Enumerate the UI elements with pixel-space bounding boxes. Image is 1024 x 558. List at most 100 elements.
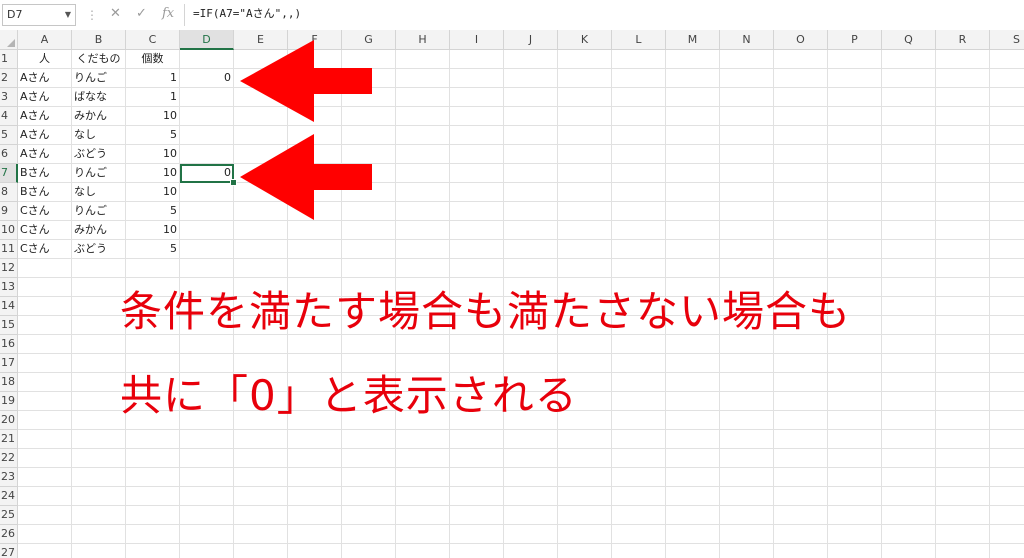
- cell-m2[interactable]: [666, 69, 720, 88]
- cell-c2[interactable]: 1: [126, 69, 180, 88]
- cell-q16[interactable]: [882, 335, 936, 354]
- cell-c3[interactable]: 1: [126, 88, 180, 107]
- cell-h25[interactable]: [396, 506, 450, 525]
- cell-i25[interactable]: [450, 506, 504, 525]
- cell-o3[interactable]: [774, 88, 828, 107]
- cell-o11[interactable]: [774, 240, 828, 259]
- cell-m11[interactable]: [666, 240, 720, 259]
- cell-a5[interactable]: Aさん: [18, 126, 72, 145]
- cell-e10[interactable]: [234, 221, 288, 240]
- cell-h9[interactable]: [396, 202, 450, 221]
- cell-r10[interactable]: [936, 221, 990, 240]
- cell-q1[interactable]: [882, 50, 936, 69]
- cell-n20[interactable]: [720, 411, 774, 430]
- row-header-23[interactable]: 23: [0, 468, 18, 487]
- cell-d10[interactable]: [180, 221, 234, 240]
- cell-d27[interactable]: [180, 544, 234, 558]
- cell-s14[interactable]: [990, 297, 1024, 316]
- cell-r20[interactable]: [936, 411, 990, 430]
- cell-s3[interactable]: [990, 88, 1024, 107]
- cell-i4[interactable]: [450, 107, 504, 126]
- cell-m26[interactable]: [666, 525, 720, 544]
- cell-r4[interactable]: [936, 107, 990, 126]
- cell-j21[interactable]: [504, 430, 558, 449]
- cell-o6[interactable]: [774, 145, 828, 164]
- cell-a11[interactable]: Cさん: [18, 240, 72, 259]
- cell-m18[interactable]: [666, 373, 720, 392]
- cell-a16[interactable]: [18, 335, 72, 354]
- cell-r16[interactable]: [936, 335, 990, 354]
- cell-q4[interactable]: [882, 107, 936, 126]
- cell-f23[interactable]: [288, 468, 342, 487]
- cell-r8[interactable]: [936, 183, 990, 202]
- cell-k23[interactable]: [558, 468, 612, 487]
- cell-d8[interactable]: [180, 183, 234, 202]
- cell-l5[interactable]: [612, 126, 666, 145]
- cell-a23[interactable]: [18, 468, 72, 487]
- cell-b9[interactable]: りんご: [72, 202, 126, 221]
- cell-r3[interactable]: [936, 88, 990, 107]
- cell-i8[interactable]: [450, 183, 504, 202]
- cell-g12[interactable]: [342, 259, 396, 278]
- cell-o7[interactable]: [774, 164, 828, 183]
- cell-f21[interactable]: [288, 430, 342, 449]
- cell-b24[interactable]: [72, 487, 126, 506]
- cell-j11[interactable]: [504, 240, 558, 259]
- cell-h8[interactable]: [396, 183, 450, 202]
- cell-i26[interactable]: [450, 525, 504, 544]
- cell-n24[interactable]: [720, 487, 774, 506]
- cell-r11[interactable]: [936, 240, 990, 259]
- column-header-j[interactable]: J: [504, 30, 558, 50]
- insert-function-icon[interactable]: fx: [162, 6, 174, 21]
- cell-r24[interactable]: [936, 487, 990, 506]
- cell-h27[interactable]: [396, 544, 450, 558]
- cell-h23[interactable]: [396, 468, 450, 487]
- cell-o27[interactable]: [774, 544, 828, 558]
- column-header-i[interactable]: I: [450, 30, 504, 50]
- cell-m10[interactable]: [666, 221, 720, 240]
- cell-a27[interactable]: [18, 544, 72, 558]
- cell-c23[interactable]: [126, 468, 180, 487]
- cell-r25[interactable]: [936, 506, 990, 525]
- cell-p8[interactable]: [828, 183, 882, 202]
- cell-d24[interactable]: [180, 487, 234, 506]
- cell-a22[interactable]: [18, 449, 72, 468]
- cancel-icon[interactable]: ✕: [110, 6, 121, 21]
- cell-n4[interactable]: [720, 107, 774, 126]
- cell-r26[interactable]: [936, 525, 990, 544]
- cell-l9[interactable]: [612, 202, 666, 221]
- cell-r5[interactable]: [936, 126, 990, 145]
- cell-a14[interactable]: [18, 297, 72, 316]
- cell-b23[interactable]: [72, 468, 126, 487]
- cell-r13[interactable]: [936, 278, 990, 297]
- cell-d23[interactable]: [180, 468, 234, 487]
- cell-g26[interactable]: [342, 525, 396, 544]
- cell-a13[interactable]: [18, 278, 72, 297]
- cell-q10[interactable]: [882, 221, 936, 240]
- cell-j5[interactable]: [504, 126, 558, 145]
- cell-n2[interactable]: [720, 69, 774, 88]
- cell-o10[interactable]: [774, 221, 828, 240]
- row-header-20[interactable]: 20: [0, 411, 18, 430]
- cell-o19[interactable]: [774, 392, 828, 411]
- cell-r7[interactable]: [936, 164, 990, 183]
- cell-o20[interactable]: [774, 411, 828, 430]
- cell-j8[interactable]: [504, 183, 558, 202]
- cell-m23[interactable]: [666, 468, 720, 487]
- cell-q24[interactable]: [882, 487, 936, 506]
- cell-o1[interactable]: [774, 50, 828, 69]
- row-header-19[interactable]: 19: [0, 392, 18, 411]
- cell-i3[interactable]: [450, 88, 504, 107]
- name-box[interactable]: D7 ▼: [2, 4, 76, 26]
- cell-b14[interactable]: [72, 297, 126, 316]
- cell-l25[interactable]: [612, 506, 666, 525]
- cell-e12[interactable]: [234, 259, 288, 278]
- cell-c5[interactable]: 5: [126, 126, 180, 145]
- cell-i24[interactable]: [450, 487, 504, 506]
- cell-m20[interactable]: [666, 411, 720, 430]
- cell-p26[interactable]: [828, 525, 882, 544]
- formula-input[interactable]: =IF(A7="Aさん",,): [184, 4, 1022, 26]
- cell-p7[interactable]: [828, 164, 882, 183]
- cell-s16[interactable]: [990, 335, 1024, 354]
- cell-q13[interactable]: [882, 278, 936, 297]
